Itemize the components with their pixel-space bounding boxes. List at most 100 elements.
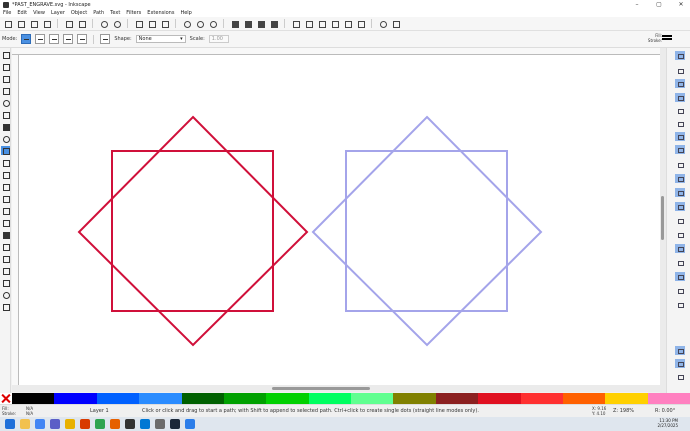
palette-swatch[interactable]	[54, 393, 97, 404]
ungroup-icon[interactable]	[291, 19, 300, 28]
snap-line-midpoint-icon[interactable]	[675, 300, 685, 309]
text-tool-icon[interactable]	[1, 182, 10, 191]
close-button[interactable]: ✕	[676, 1, 686, 8]
menu-text[interactable]: Text	[110, 10, 120, 16]
vertical-ruler[interactable]	[12, 55, 19, 385]
shape-select[interactable]: None ▾	[135, 35, 186, 43]
menu-layer[interactable]: Layer	[51, 10, 65, 16]
mode-spiro-button[interactable]	[35, 34, 46, 44]
tweak-tool-icon[interactable]	[1, 74, 10, 83]
zoom-field[interactable]: Z: 198%	[613, 408, 634, 414]
outline-overlay-icon[interactable]	[675, 372, 685, 381]
ellipse-tool-icon[interactable]	[1, 98, 10, 107]
clone-icon[interactable]	[243, 19, 252, 28]
firefox-icon[interactable]	[110, 419, 120, 429]
zoom-drawing-icon[interactable]	[195, 19, 204, 28]
snap-centers-icon[interactable]	[675, 132, 685, 141]
align-distribute-icon[interactable]	[356, 19, 365, 28]
calligraphy-tool-icon[interactable]	[1, 170, 10, 179]
palette-swatch[interactable]	[435, 393, 479, 404]
palette-swatch[interactable]	[605, 393, 648, 404]
redo-icon[interactable]	[112, 19, 121, 28]
lavender-star-square[interactable]	[311, 115, 543, 347]
group-icon[interactable]	[269, 19, 278, 28]
unlink-clone-icon[interactable]	[256, 19, 265, 28]
snap-toggle-icon[interactable]	[675, 51, 685, 60]
palette-swatch[interactable]	[393, 393, 436, 404]
zoom-tool-icon[interactable]	[1, 290, 10, 299]
snap-page-border-icon[interactable]	[675, 188, 685, 197]
mode-straight-line-button[interactable]	[63, 34, 74, 44]
palette-swatch[interactable]	[96, 393, 140, 404]
palette-swatch[interactable]	[647, 393, 690, 404]
maximize-button[interactable]: ▢	[654, 1, 664, 8]
selector-tool-icon[interactable]	[1, 50, 10, 59]
snap-guide-icon[interactable]	[675, 216, 685, 225]
menu-file[interactable]: File	[3, 10, 11, 16]
save-icon[interactable]	[29, 19, 38, 28]
import-icon[interactable]	[64, 19, 73, 28]
menu-object[interactable]: Object	[71, 10, 87, 16]
menu-view[interactable]: View	[33, 10, 45, 16]
palette-swatch[interactable]	[12, 393, 55, 404]
rectangle-tool-icon[interactable]	[1, 86, 10, 95]
palette-swatch[interactable]	[520, 393, 563, 404]
snap-midpoints-icon[interactable]	[675, 119, 685, 128]
connector-tool-icon[interactable]	[1, 266, 10, 275]
snap-object-midpoint-icon[interactable]	[675, 286, 685, 295]
zoom-page-icon[interactable]	[208, 19, 217, 28]
preferences-icon[interactable]	[391, 19, 400, 28]
vscode-icon[interactable]	[185, 419, 195, 429]
pages-tool-icon[interactable]	[1, 302, 10, 311]
snap-cusp-icon[interactable]	[675, 160, 685, 169]
layers-icon[interactable]	[330, 19, 339, 28]
horizontal-scroll-thumb[interactable]	[272, 387, 370, 390]
palette-swatch[interactable]	[562, 393, 606, 404]
new-document-icon[interactable]	[3, 19, 12, 28]
mode-bspline-button[interactable]	[49, 34, 60, 44]
spray-tool-icon[interactable]	[1, 242, 10, 251]
cut-icon[interactable]	[147, 19, 156, 28]
snap-paths-icon[interactable]	[675, 93, 685, 102]
fill-stroke-values[interactable]: N/A N/A	[26, 406, 33, 416]
snap-perpendicular-icon[interactable]	[675, 230, 685, 239]
mesh-tool-icon[interactable]	[1, 206, 10, 215]
snap-text-baseline-icon[interactable]	[675, 258, 685, 267]
palette-swatch[interactable]	[181, 393, 224, 404]
menu-extensions[interactable]: Extensions	[147, 10, 174, 16]
teams-icon[interactable]	[50, 419, 60, 429]
rotation-field[interactable]: R: 0.00°	[655, 408, 675, 414]
pen-tool-icon[interactable]	[1, 146, 10, 155]
paste-icon[interactable]	[160, 19, 169, 28]
vertical-scroll-thumb[interactable]	[661, 196, 664, 240]
red-star-square[interactable]	[77, 115, 309, 347]
export-icon[interactable]	[77, 19, 86, 28]
palette-swatch[interactable]	[223, 393, 267, 404]
split-view-icon[interactable]	[675, 359, 685, 368]
xml-editor-icon[interactable]	[343, 19, 352, 28]
system-clock[interactable]: 11:30 PM 2/27/2025	[657, 418, 678, 428]
menu-path[interactable]: Path	[93, 10, 104, 16]
snap-rotation-center-icon[interactable]	[675, 145, 685, 154]
app-green-icon[interactable]	[95, 419, 105, 429]
mode-regular-bezier-button[interactable]	[21, 34, 32, 44]
drawing-canvas[interactable]	[19, 55, 660, 385]
copy-icon[interactable]	[134, 19, 143, 28]
node-tool-icon[interactable]	[1, 62, 10, 71]
star-tool-icon[interactable]	[1, 110, 10, 119]
horizontal-scrollbar[interactable]	[12, 385, 660, 392]
text-font-icon[interactable]	[317, 19, 326, 28]
snap-nodes-icon[interactable]	[675, 79, 685, 88]
gradient-tool-icon[interactable]	[1, 194, 10, 203]
snap-others-icon[interactable]	[675, 272, 685, 281]
inkscape-taskbar-icon[interactable]	[125, 419, 135, 429]
palette-swatch[interactable]	[266, 393, 309, 404]
mode-paraxial-button[interactable]	[77, 34, 88, 44]
snap-tangent-icon[interactable]	[675, 244, 685, 253]
document-properties-icon[interactable]	[378, 19, 387, 28]
outlook-icon[interactable]	[140, 419, 150, 429]
duplicate-icon[interactable]	[230, 19, 239, 28]
menu-edit[interactable]: Edit	[17, 10, 27, 16]
palette-swatch[interactable]	[478, 393, 521, 404]
snap-bbox-icon[interactable]	[675, 66, 685, 75]
